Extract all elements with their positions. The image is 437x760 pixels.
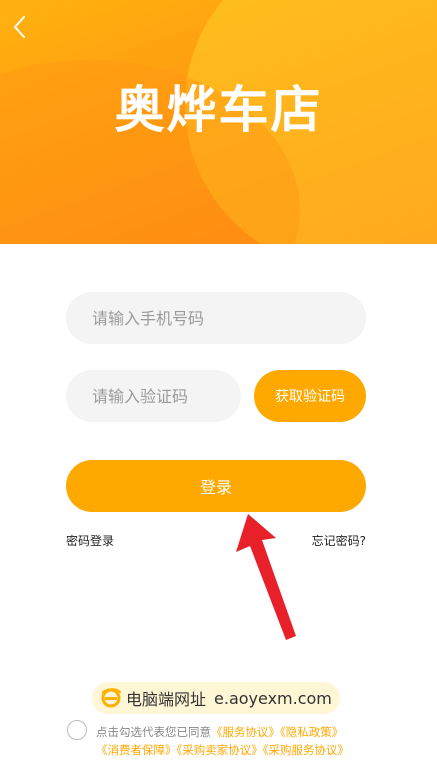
red-arrow-annotation [236,514,296,640]
watermark-label: 电脑端网址 [126,690,207,709]
phone-input[interactable] [66,292,366,344]
agreement-checkbox[interactable] [67,720,87,740]
agreement-prefix: 点击勾选代表您已同意 [96,725,211,739]
login-button[interactable]: 登录 [66,460,366,512]
ie-logo-icon [101,688,121,708]
verification-code-input[interactable] [66,370,241,422]
get-code-button[interactable]: 获取验证码 [254,370,366,422]
watermark-badge: 电脑端网址 e.aoyexm.com [92,682,340,714]
consumer-protection-link[interactable]: 《消费者保障》 [96,743,177,757]
procurement-service-link[interactable]: 《采购服务协议》 [263,743,349,757]
app-logo: 奥烨车店 [114,81,323,139]
header-banner: 奥烨车店 [0,0,437,244]
seller-agreement-link[interactable]: 《采购卖家协议》 [177,743,263,757]
back-button[interactable] [10,14,32,40]
chevron-left-icon [14,16,25,38]
password-login-link[interactable]: 密码登录 [66,532,114,549]
privacy-policy-link[interactable]: 《隐私政策》 [280,725,343,739]
watermark-url: e.aoyexm.com [214,688,332,708]
agreement-text: 点击勾选代表您已同意《服务协议》《隐私政策》《消费者保障》《采购卖家协议》《采购… [96,723,396,759]
service-agreement-link[interactable]: 《服务协议》 [211,725,280,739]
forgot-password-link[interactable]: 忘记密码? [312,532,366,549]
